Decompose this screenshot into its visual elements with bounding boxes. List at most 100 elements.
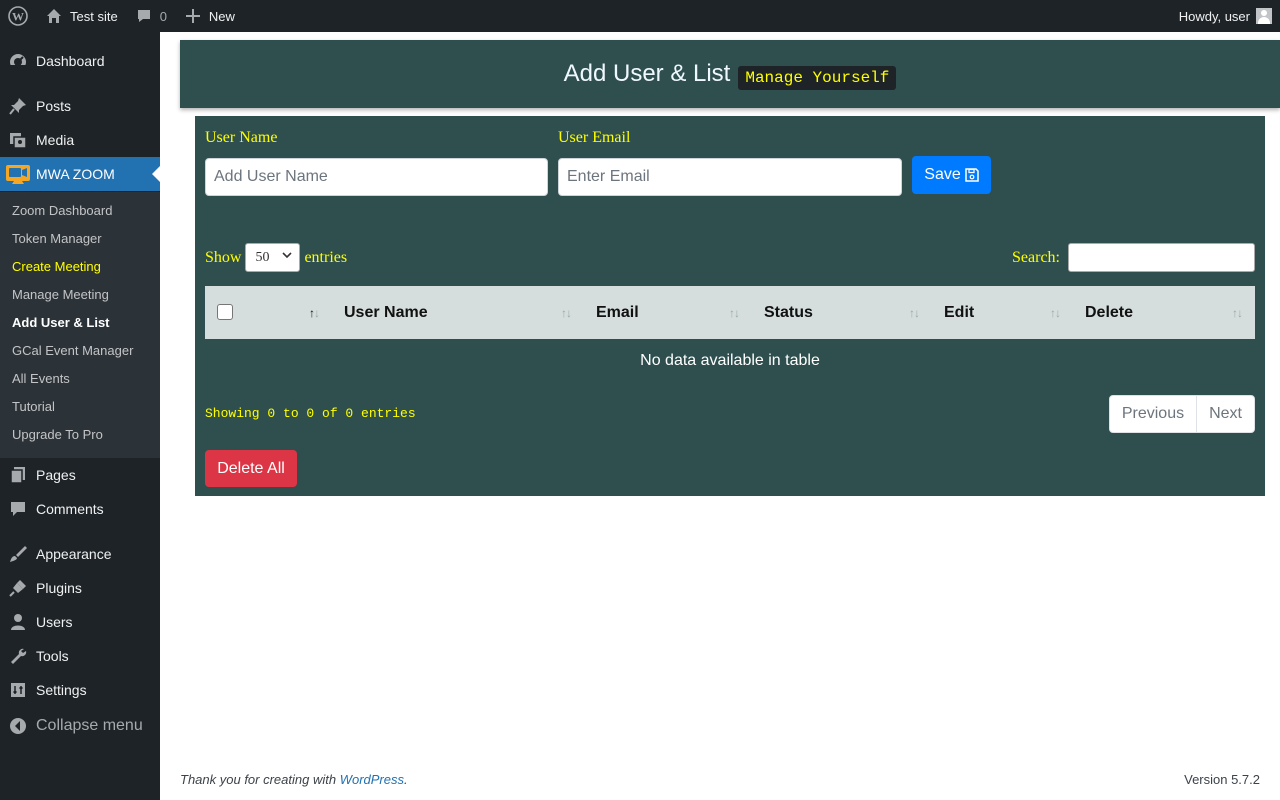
comment-icon: [0, 499, 36, 519]
pin-icon: [0, 96, 36, 116]
sidebar-item-plugins[interactable]: Plugins: [0, 571, 160, 605]
sidebar-item-label: Media: [36, 132, 75, 148]
comment-bubble-icon: [134, 6, 154, 26]
email-input[interactable]: Enter Email: [558, 158, 902, 196]
sort-icon[interactable]: ↑↓: [1050, 286, 1061, 339]
footer-version: Version 5.7.2: [1184, 772, 1260, 787]
settings-icon: [0, 680, 36, 700]
sort-icon[interactable]: ↑↓: [729, 286, 740, 339]
sidebar-item-tools[interactable]: Tools: [0, 639, 160, 673]
submenu-manage-meeting[interactable]: Manage Meeting: [12, 285, 109, 305]
submenu-token-manager[interactable]: Token Manager: [12, 229, 102, 249]
plug-icon: [0, 578, 36, 598]
submenu-zoom-dashboard[interactable]: Zoom Dashboard: [12, 201, 112, 221]
sort-icon[interactable]: ↑↓: [909, 286, 920, 339]
submenu-all-events[interactable]: All Events: [12, 369, 70, 389]
save-button[interactable]: Save: [912, 156, 991, 194]
collapse-icon: [0, 716, 36, 736]
page-tag: Manage Yourself: [738, 66, 897, 90]
column-email[interactable]: Email: [596, 286, 639, 339]
dashboard-icon: [0, 51, 36, 71]
user-panel: User Name Add User Name User Email Enter…: [195, 116, 1265, 496]
pages-icon: [0, 465, 36, 485]
delete-all-button[interactable]: Delete All: [205, 450, 297, 487]
select-all-checkbox[interactable]: [217, 304, 233, 320]
submenu-tutorial[interactable]: Tutorial: [12, 397, 55, 417]
table-header: ↑ ↓ User Name ↑↓ Email ↑↓ Status ↑↓ Edit …: [205, 286, 1255, 339]
user-icon: [0, 612, 36, 632]
search-input[interactable]: [1068, 243, 1255, 272]
email-label: User Email: [558, 129, 631, 146]
entries-value: 50: [255, 249, 270, 265]
new-label: New: [208, 8, 235, 24]
column-delete[interactable]: Delete: [1085, 286, 1133, 339]
username-input[interactable]: Add User Name: [205, 158, 548, 196]
sidebar-item-label: Users: [36, 614, 73, 630]
table-empty-message: No data available in table: [640, 352, 820, 369]
sidebar-item-settings[interactable]: Settings: [0, 673, 160, 707]
brush-icon: [0, 544, 36, 564]
svg-text:W: W: [12, 10, 24, 24]
sidebar-item-label: Plugins: [36, 580, 82, 596]
sort-asc-icon[interactable]: ↑ ↓: [309, 286, 320, 339]
wordpress-logo-icon[interactable]: W: [0, 0, 36, 32]
sidebar-item-dashboard[interactable]: Dashboard: [0, 44, 160, 78]
column-username[interactable]: User Name: [344, 286, 428, 339]
new-content-link[interactable]: New: [175, 0, 243, 32]
column-edit[interactable]: Edit: [944, 286, 974, 339]
media-icon: [0, 130, 36, 150]
page-title: Add User & List: [563, 60, 731, 87]
sidebar-item-label: Collapse menu: [36, 717, 143, 734]
sidebar-item-media[interactable]: Media: [0, 123, 160, 157]
footer-thanks-suffix: .: [404, 772, 408, 787]
submenu-add-user-list[interactable]: Add User & List: [12, 313, 110, 333]
collapse-menu-button[interactable]: Collapse menu: [0, 709, 160, 743]
submenu-create-meeting[interactable]: Create Meeting: [12, 257, 101, 277]
submenu-gcal-event-manager[interactable]: GCal Event Manager: [12, 341, 133, 361]
sidebar-item-label: Pages: [36, 467, 76, 483]
sidebar-item-label: Appearance: [36, 546, 112, 562]
sidebar-item-label: Tools: [36, 648, 69, 664]
wordpress-link[interactable]: WordPress: [340, 772, 404, 787]
previous-button[interactable]: Previous: [1110, 396, 1196, 432]
table-search-control: Search:: [1012, 243, 1255, 272]
show-label: Show: [205, 248, 242, 266]
page-header: Add User & List Manage Yourself: [180, 40, 1280, 108]
pagination: Previous Next: [1108, 395, 1255, 433]
column-status[interactable]: Status: [764, 286, 813, 339]
username-label: User Name: [205, 129, 278, 146]
comments-count: 0: [159, 8, 167, 24]
entries-select[interactable]: 50: [245, 243, 301, 272]
site-name: Test site: [70, 8, 118, 24]
zoom-video-icon: [0, 163, 36, 185]
floppy-disk-icon: [964, 168, 979, 182]
sidebar-item-comments[interactable]: Comments: [0, 492, 160, 526]
admin-bar: W Test site 0 New Howdy, user: [0, 0, 1280, 32]
sort-icon[interactable]: ↑↓: [1232, 286, 1243, 339]
submenu-upgrade-to-pro[interactable]: Upgrade To Pro: [12, 425, 103, 445]
comments-link[interactable]: 0: [126, 0, 175, 32]
chevron-down-icon: [281, 249, 293, 266]
footer-thanks-prefix: Thank you for creating with: [180, 772, 340, 787]
next-button[interactable]: Next: [1196, 396, 1254, 432]
sidebar-item-label: MWA ZOOM: [36, 166, 115, 182]
save-label: Save: [924, 166, 961, 183]
footer-thanks: Thank you for creating with WordPress.: [180, 772, 408, 787]
entries-label: entries: [304, 248, 348, 266]
sidebar-item-mwa-zoom[interactable]: MWA ZOOM: [0, 157, 160, 191]
sidebar-item-users[interactable]: Users: [0, 605, 160, 639]
sort-icon[interactable]: ↑↓: [561, 286, 572, 339]
my-account[interactable]: Howdy, user: [1179, 8, 1280, 24]
sidebar-item-label: Comments: [36, 501, 104, 517]
sidebar-item-pages[interactable]: Pages: [0, 458, 160, 492]
site-name-link[interactable]: Test site: [36, 0, 126, 32]
sidebar-item-label: Settings: [36, 682, 87, 698]
plus-icon: [183, 6, 203, 26]
home-icon: [44, 6, 64, 26]
sidebar-item-appearance[interactable]: Appearance: [0, 537, 160, 571]
wrench-icon: [0, 646, 36, 666]
greeting: Howdy, user: [1178, 8, 1250, 24]
sidebar-item-label: Posts: [36, 98, 72, 114]
sidebar-item-label: Dashboard: [36, 53, 105, 69]
sidebar-item-posts[interactable]: Posts: [0, 89, 160, 123]
